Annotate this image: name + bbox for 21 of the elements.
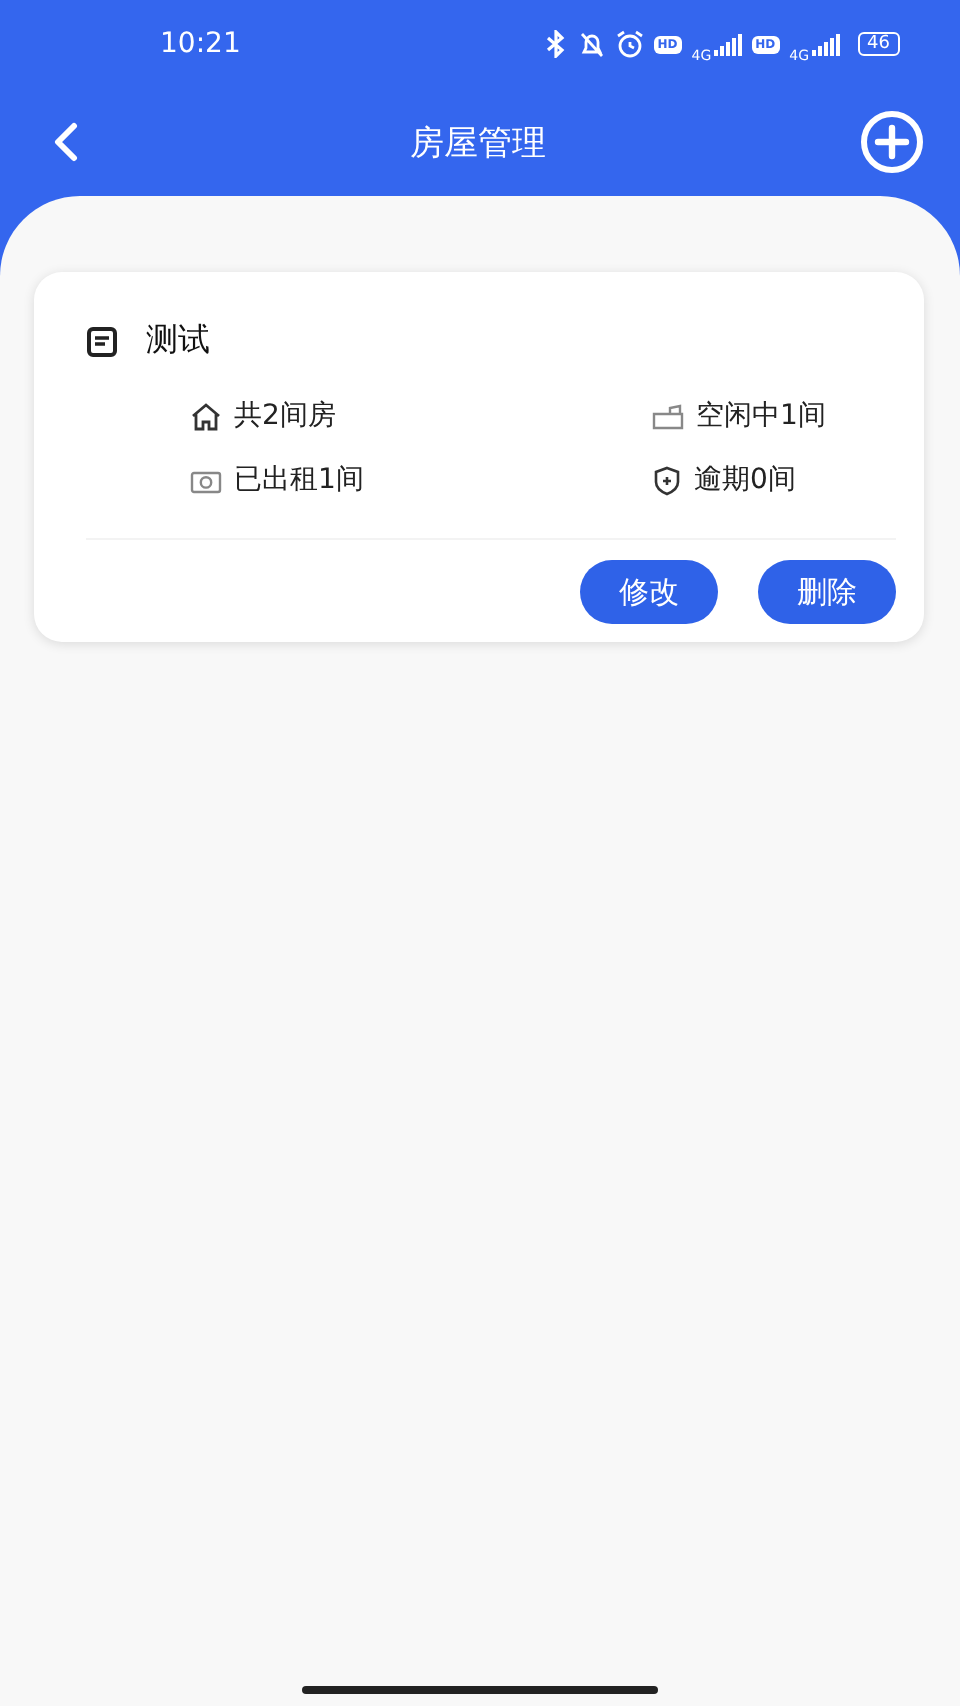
stat-text: 逾期0间 [694,462,796,498]
stat-text: 已出租1间 [234,462,364,498]
alarm-icon [615,30,644,58]
house-name: 测试 [146,320,210,362]
signal-icon [713,33,742,55]
battery-level: 46 [857,32,900,56]
bell-off-icon [577,30,606,58]
status-time: 10:21 [160,28,241,60]
bluetooth-icon [543,30,568,58]
document-icon [86,325,118,357]
add-icon[interactable] [860,110,924,174]
stat-text: 空闲中1间 [696,398,826,434]
action-button[interactable]: 修改 [580,560,718,624]
camera-icon [190,467,222,493]
signal-icon [811,33,840,55]
house-icon [190,401,222,431]
back-icon[interactable] [52,122,80,162]
action-button[interactable]: 删除 [758,560,896,624]
page-title: 房屋管理 [410,121,546,165]
shield-icon [652,465,682,495]
stat-text: 共2间房 [234,398,336,434]
